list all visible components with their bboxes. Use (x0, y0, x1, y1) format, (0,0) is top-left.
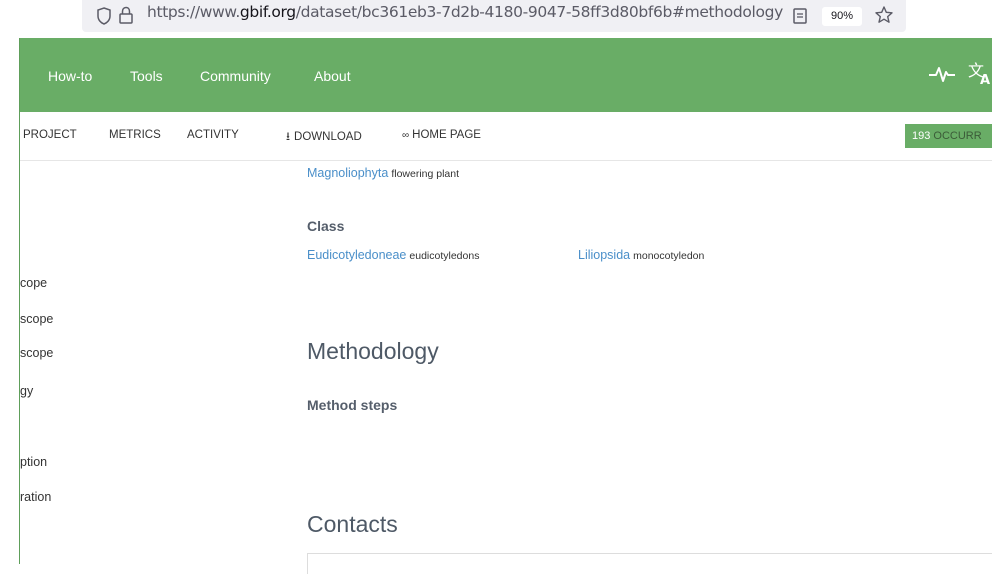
download-label: DOWNLOAD (294, 131, 362, 143)
reader-view-icon[interactable] (792, 7, 808, 30)
occurrences-button[interactable]: 193 OCCURR (905, 124, 992, 148)
taxon-class-1[interactable]: Eudicotyledoneae eudicotyledons (307, 248, 479, 262)
taxon-class-1-common: eudicotyledons (409, 250, 480, 262)
tab-activity[interactable]: ACTIVITY (187, 129, 239, 141)
tab-metrics[interactable]: METRICS (109, 129, 161, 141)
url-prefix: https://www. (147, 3, 240, 21)
url-path: /dataset/bc361eb3-7d2b-4180-9047-58ff3d8… (295, 3, 783, 21)
taxon-class-2-common: monocotyledon (633, 250, 705, 262)
occurrence-label: OCCURR (933, 130, 982, 142)
url-domain: gbif.org (239, 3, 296, 21)
url-text[interactable]: https://www.gbif.org/dataset/bc361eb3-7d… (147, 3, 783, 21)
main-nav: How-to Tools Community About 文A (20, 38, 992, 112)
methodology-heading: Methodology (307, 338, 439, 364)
translate-icon[interactable]: 文A (968, 60, 992, 91)
nav-about[interactable]: About (314, 68, 351, 84)
health-pulse-icon[interactable] (928, 62, 956, 91)
sidebar-item-methodology[interactable]: gy (20, 384, 33, 398)
taxon-division-common: flowering plant (391, 168, 460, 180)
taxon-class-2[interactable]: Liliopsida monocotyledon (578, 248, 704, 262)
shield-icon[interactable] (96, 7, 112, 30)
download-icon: ⭳ (286, 131, 291, 143)
sidebar-item-description[interactable]: ption (20, 455, 47, 469)
tab-project[interactable]: PROJECT (23, 129, 77, 141)
lock-icon[interactable] (118, 6, 134, 29)
dataset-subnav: PROJECT METRICS ACTIVITY ⭳ DOWNLOAD ∞ HOME… (20, 112, 992, 161)
sidebar-item-taxonomic-scope[interactable]: scope (20, 312, 53, 326)
nav-tools[interactable]: Tools (130, 68, 163, 84)
contacts-heading: Contacts (307, 511, 398, 537)
nav-how-to[interactable]: How-to (48, 68, 92, 84)
method-steps-heading: Method steps (307, 397, 398, 413)
taxon-division[interactable]: Magnoliophyta flowering plant (307, 166, 459, 180)
bookmark-star-icon[interactable] (874, 5, 894, 30)
sidebar-item-temporal-scope[interactable]: scope (20, 346, 53, 360)
sidebar-item-registration[interactable]: ration (20, 490, 51, 504)
nav-community[interactable]: Community (200, 68, 271, 84)
zoom-level[interactable]: 90% (822, 7, 862, 26)
taxon-division-name: Magnoliophyta (307, 166, 389, 180)
tab-download[interactable]: ⭳ DOWNLOAD (286, 129, 362, 148)
class-heading: Class (307, 218, 345, 234)
taxon-class-1-name: Eudicotyledoneae (307, 248, 407, 262)
taxon-class-2-name: Liliopsida (578, 248, 631, 262)
sidebar-item-geographic-scope[interactable]: cope (20, 276, 47, 290)
occurrence-count: 193 (912, 130, 931, 142)
link-icon: ∞ (402, 130, 410, 141)
homepage-label: HOME PAGE (412, 129, 481, 141)
tab-homepage[interactable]: ∞ HOME PAGE (402, 129, 481, 141)
svg-text:A: A (980, 73, 990, 86)
